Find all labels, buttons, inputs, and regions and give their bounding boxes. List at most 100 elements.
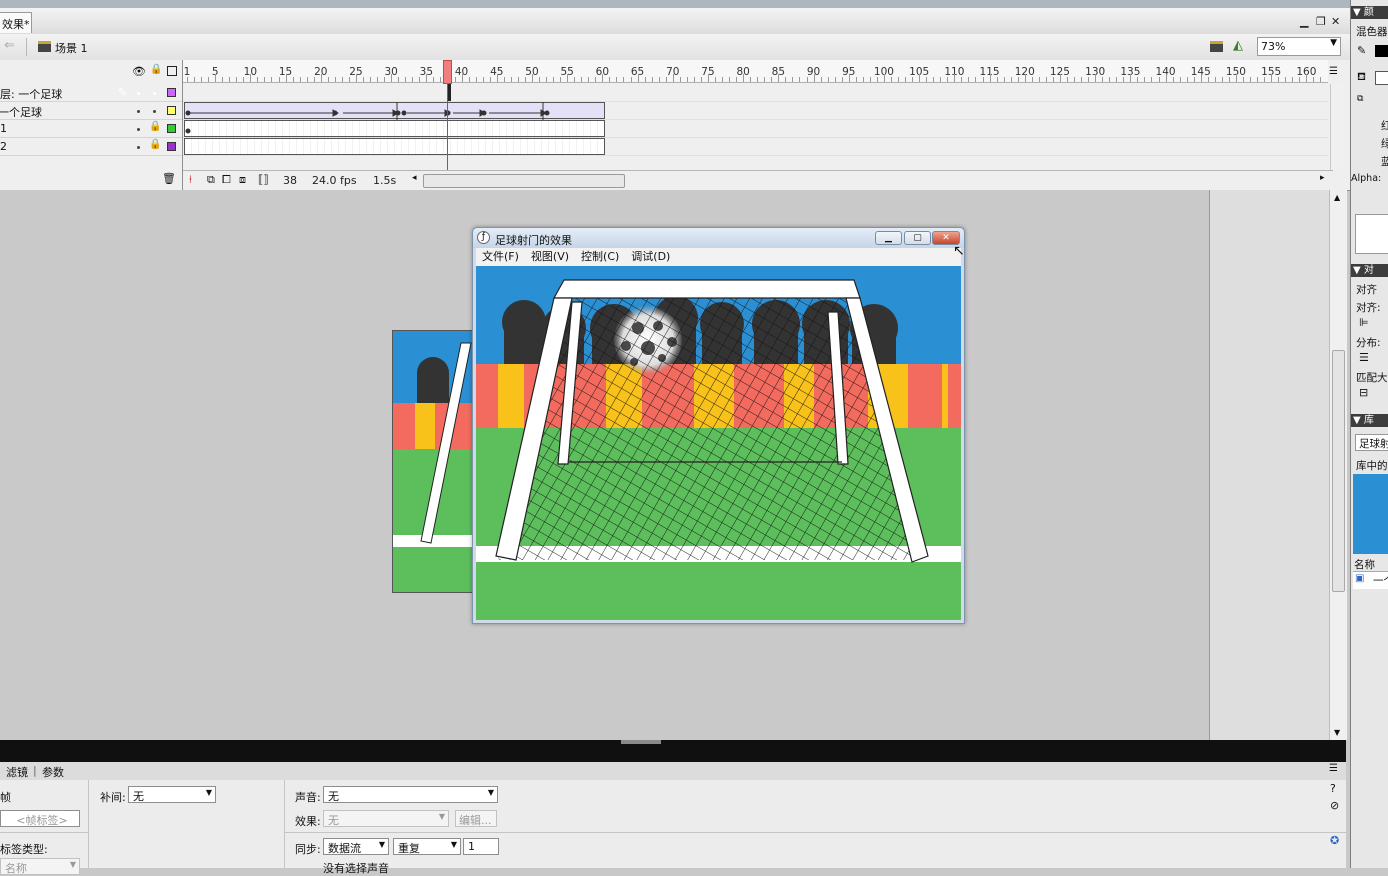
zoom-select[interactable]: 73% ▼: [1257, 37, 1341, 56]
label-type-select[interactable]: 名称 ▼: [0, 858, 80, 875]
effect-select[interactable]: 无 ▼: [323, 810, 449, 827]
lock-dot[interactable]: [153, 92, 156, 95]
timeline-horizontal-scrollbar[interactable]: [423, 174, 625, 188]
playhead[interactable]: [443, 60, 453, 84]
visibility-dot[interactable]: [137, 128, 140, 131]
repeat-select[interactable]: 重复 ▼: [393, 838, 461, 855]
scrollbar-thumb[interactable]: [1332, 350, 1345, 592]
edit-symbols-icon[interactable]: ◭: [1233, 38, 1243, 53]
edit-button[interactable]: 编辑...: [455, 810, 497, 827]
library-document-select[interactable]: 足球射: [1355, 434, 1388, 451]
layer-row[interactable]: 2 🔒: [0, 138, 182, 156]
onion-skin-icon[interactable]: ⧉: [207, 173, 215, 187]
tween-select[interactable]: 无 ▼: [128, 786, 216, 803]
lock-dot[interactable]: [153, 110, 156, 113]
menu-view[interactable]: 视图(V): [531, 250, 569, 263]
stroke-swatch[interactable]: [1375, 45, 1388, 57]
visibility-dot[interactable]: [137, 92, 140, 95]
layer-row[interactable]: 1 🔒: [0, 120, 182, 138]
swf-preview-window[interactable]: ƒ 足球射门的效果 ▁ ▢ ✕ 文件(F) 视图(V) 控制(C) 调试(D): [472, 227, 965, 624]
document-tab[interactable]: 效果*: [0, 12, 32, 33]
edit-multiple-frames-icon[interactable]: ⧈: [239, 173, 246, 187]
ruler-gridline: [201, 77, 203, 82]
back-arrow-icon[interactable]: ⇐: [4, 38, 15, 53]
preview-titlebar[interactable]: ƒ 足球射门的效果 ▁ ▢ ✕: [473, 228, 964, 248]
sync-select[interactable]: 数据流 ▼: [323, 838, 389, 855]
ruler-gridline: [1228, 77, 1230, 82]
panel-menu-icon[interactable]: ☰: [1329, 763, 1338, 774]
ruler-gridline: [1292, 77, 1294, 82]
scene-label[interactable]: 场景 1: [55, 40, 88, 56]
center-frame-icon[interactable]: ⍿: [189, 173, 192, 187]
timeline-vertical-scrollbar[interactable]: [1330, 84, 1345, 170]
onion-outline-icon[interactable]: ⧠: [222, 173, 231, 187]
ruler-gridline: [567, 74, 569, 82]
splitter-grip[interactable]: [621, 740, 661, 744]
scroll-down-icon[interactable]: ▼: [1334, 728, 1340, 737]
visibility-dot[interactable]: [137, 146, 140, 149]
expand-icon[interactable]: ⊘: [1330, 799, 1339, 812]
match-width-icon[interactable]: ⊟: [1359, 386, 1368, 399]
align-left-icon[interactable]: ⊫: [1359, 316, 1369, 329]
ruler-gridline: [215, 74, 217, 82]
layer-row[interactable]: 层: 一个足球 ✎: [0, 84, 182, 102]
ruler-gridline: [968, 77, 970, 82]
menu-control[interactable]: 控制(C): [581, 250, 619, 263]
stage-artwork[interactable]: [392, 330, 478, 593]
color-preview[interactable]: [1355, 214, 1388, 254]
align-panel-header[interactable]: ▼ 对: [1351, 264, 1388, 277]
align-tab[interactable]: 对齐: [1356, 282, 1377, 297]
color-panel-header[interactable]: ▼ 颜: [1351, 6, 1388, 19]
panel-splitter[interactable]: [0, 740, 1346, 762]
timeline-menu-icon[interactable]: ☰: [1329, 66, 1338, 77]
scroll-left-icon[interactable]: ◂: [412, 173, 417, 183]
visibility-dot[interactable]: [137, 110, 140, 113]
library-item-row[interactable]: ▣ 一个: [1353, 571, 1388, 589]
close-icon[interactable]: ✕: [1331, 15, 1340, 28]
distribute-top-icon[interactable]: ☰: [1359, 351, 1369, 364]
layer-row[interactable]: 一个足球: [0, 102, 182, 120]
eye-icon[interactable]: 👁: [132, 65, 146, 78]
accessibility-icon[interactable]: ✪: [1330, 834, 1339, 847]
swap-colors-icon[interactable]: ⧉: [1357, 94, 1363, 104]
outline-toggle-icon[interactable]: [167, 66, 177, 76]
restore-icon[interactable]: ❐: [1316, 15, 1326, 28]
maximize-button[interactable]: ▢: [904, 231, 931, 245]
tab-parameters[interactable]: 参数: [42, 764, 64, 780]
lock-icon[interactable]: 🔒: [149, 139, 161, 150]
sound-select[interactable]: 无 ▼: [323, 786, 498, 803]
layer-color-box[interactable]: [167, 106, 176, 115]
minimize-button[interactable]: ▁: [875, 231, 902, 245]
frame-ruler[interactable]: 1 5 10 15 20 25 30 35 40 45 50 55 60 65 70 75 80 85 90 95 10…: [183, 60, 1328, 83]
stroke-color-icon[interactable]: ✎: [1357, 44, 1366, 57]
layer-color-box[interactable]: [167, 88, 176, 97]
fill-color-icon[interactable]: ⛾: [1357, 70, 1366, 85]
lock-icon[interactable]: 🔒: [149, 121, 161, 132]
scroll-right-icon[interactable]: ▸: [1320, 173, 1325, 183]
fill-swatch[interactable]: [1375, 71, 1388, 85]
lock-icon[interactable]: 🔒: [150, 64, 162, 75]
library-name-column[interactable]: 名称: [1354, 557, 1375, 572]
repeat-count-input[interactable]: 1: [463, 838, 499, 855]
frame-label-input[interactable]: <帧标签>: [0, 810, 80, 827]
stage-vertical-scrollbar[interactable]: ▲ ▼: [1329, 190, 1347, 740]
ruler-gridline: [722, 77, 724, 82]
scroll-up-icon[interactable]: ▲: [1334, 193, 1340, 202]
color-mixer-tab[interactable]: 混色器: [1356, 24, 1388, 39]
frame-rate[interactable]: 24.0 fps: [312, 174, 357, 187]
tab-filters[interactable]: 滤镜: [6, 764, 28, 780]
movie-canvas[interactable]: [476, 266, 961, 620]
minimize-icon[interactable]: ▁: [1300, 15, 1308, 28]
onion-markers-icon[interactable]: ⟦⟧: [258, 173, 269, 186]
layer-color-box[interactable]: [167, 142, 176, 151]
layer-color-box[interactable]: [167, 124, 176, 133]
library-panel-header[interactable]: ▼ 库: [1351, 414, 1388, 427]
static-frame-span[interactable]: [184, 138, 605, 155]
alpha-label: Alpha:: [1351, 173, 1382, 184]
menu-debug[interactable]: 调试(D): [631, 250, 670, 263]
trash-icon[interactable]: 🗑: [162, 172, 176, 185]
help-icon[interactable]: ?: [1330, 782, 1336, 795]
ruler-gridline: [616, 77, 618, 82]
menu-file[interactable]: 文件(F): [482, 250, 519, 263]
edit-scene-icon[interactable]: [1210, 41, 1223, 52]
